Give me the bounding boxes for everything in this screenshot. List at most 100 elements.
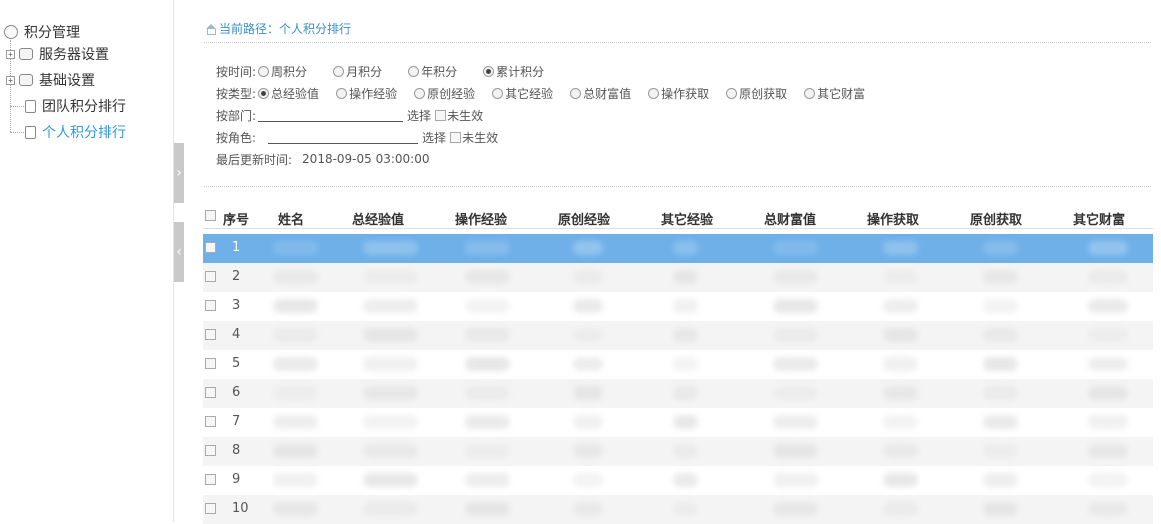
collapse-handle-top[interactable]: › bbox=[174, 143, 184, 203]
department-inactive-checkbox[interactable] bbox=[435, 109, 447, 121]
table-row[interactable]: 10 bbox=[203, 495, 1153, 524]
folder-icon bbox=[19, 74, 33, 86]
row-checkbox[interactable] bbox=[205, 329, 216, 340]
col-total-wealth[interactable]: 总财富值 bbox=[764, 209, 816, 228]
obscured-cell bbox=[883, 502, 918, 516]
row-checkbox[interactable] bbox=[205, 387, 216, 398]
collapse-handle-bottom[interactable]: ‹ bbox=[174, 222, 184, 282]
radio-total-wealth[interactable]: 总财富值 bbox=[570, 85, 631, 102]
table-row[interactable]: 1 bbox=[203, 234, 1153, 263]
col-original-exp[interactable]: 原创经验 bbox=[558, 209, 610, 228]
obscured-cell bbox=[673, 502, 698, 516]
radio-cumulative[interactable]: 累计积分 bbox=[483, 63, 544, 80]
obscured-cell bbox=[573, 473, 603, 487]
select-all-checkbox[interactable] bbox=[205, 210, 216, 221]
row-checkbox[interactable] bbox=[205, 445, 216, 456]
radio-circle-icon bbox=[492, 87, 504, 99]
obscured-cell bbox=[673, 241, 698, 255]
obscured-cell bbox=[773, 502, 818, 516]
department-choose-link[interactable]: 选择 bbox=[407, 107, 431, 124]
obscured-cell bbox=[363, 415, 418, 429]
obscured-cell bbox=[465, 299, 510, 313]
obscured-cell bbox=[773, 386, 818, 400]
last-update-label: 最后更新时间: bbox=[216, 152, 293, 167]
radio-monthly[interactable]: 月积分 bbox=[333, 63, 382, 80]
col-operation-exp[interactable]: 操作经验 bbox=[455, 209, 507, 228]
obscured-cell bbox=[673, 473, 698, 487]
obscured-cell bbox=[883, 328, 918, 342]
radio-circle-icon bbox=[258, 65, 270, 77]
table-row[interactable]: 9 bbox=[203, 466, 1153, 495]
col-total-exp[interactable]: 总经验值 bbox=[352, 209, 404, 228]
tree-item-basic-settings[interactable]: + 基础设置 bbox=[6, 69, 95, 91]
row-checkbox[interactable] bbox=[205, 242, 216, 253]
obscured-cell bbox=[673, 357, 698, 371]
tree-item-team-ranking[interactable]: 团队积分排行 bbox=[25, 95, 126, 117]
obscured-cell bbox=[273, 270, 318, 284]
col-other-wealth[interactable]: 其它财富 bbox=[1073, 209, 1125, 228]
tree-item-label: 个人积分排行 bbox=[42, 125, 126, 141]
radio-label: 周积分 bbox=[271, 64, 308, 79]
row-checkbox[interactable] bbox=[205, 474, 216, 485]
obscured-cell bbox=[1088, 415, 1128, 429]
role-choose-link[interactable]: 选择 bbox=[422, 129, 446, 146]
obscured-cell bbox=[273, 444, 318, 458]
tree-root-score-management[interactable]: 积分管理 bbox=[4, 21, 80, 43]
filter-role: 按角色: 选择 未生效 bbox=[216, 128, 498, 146]
radio-other-exp[interactable]: 其它经验 bbox=[492, 85, 553, 102]
obscured-cell bbox=[773, 270, 818, 284]
col-other-exp[interactable]: 其它经验 bbox=[661, 209, 713, 228]
row-index: 4 bbox=[232, 327, 241, 342]
filter-time-label: 按时间: bbox=[216, 64, 257, 79]
table-row[interactable]: 7 bbox=[203, 408, 1153, 437]
table-row[interactable]: 5 bbox=[203, 350, 1153, 379]
col-operation-gain[interactable]: 操作获取 bbox=[867, 209, 919, 228]
chevron-left-icon: ‹ bbox=[176, 244, 182, 260]
table-row[interactable]: 6 bbox=[203, 379, 1153, 408]
radio-original-gain[interactable]: 原创获取 bbox=[726, 85, 787, 102]
obscured-cell bbox=[465, 415, 510, 429]
col-index[interactable]: 序号 bbox=[223, 209, 249, 228]
table-row[interactable]: 3 bbox=[203, 292, 1153, 321]
row-checkbox[interactable] bbox=[205, 416, 216, 427]
col-name[interactable]: 姓名 bbox=[278, 209, 304, 228]
obscured-cell bbox=[983, 444, 1018, 458]
radio-label: 其它经验 bbox=[505, 86, 554, 101]
role-inactive-checkbox[interactable] bbox=[450, 131, 462, 143]
obscured-cell bbox=[883, 473, 918, 487]
row-checkbox[interactable] bbox=[205, 271, 216, 282]
radio-weekly[interactable]: 周积分 bbox=[258, 63, 307, 80]
row-checkbox[interactable] bbox=[205, 503, 216, 514]
radio-yearly[interactable]: 年积分 bbox=[408, 63, 457, 80]
tree-item-personal-ranking[interactable]: 个人积分排行 bbox=[25, 121, 126, 143]
row-index: 7 bbox=[232, 414, 241, 429]
obscured-cell bbox=[273, 241, 318, 255]
col-original-gain[interactable]: 原创获取 bbox=[970, 209, 1022, 228]
radio-other-wealth[interactable]: 其它财富 bbox=[804, 85, 865, 102]
expand-plus-icon[interactable]: + bbox=[6, 75, 15, 85]
radio-label: 操作获取 bbox=[661, 86, 710, 101]
obscured-cell bbox=[983, 415, 1018, 429]
table-row[interactable]: 8 bbox=[203, 437, 1153, 466]
obscured-cell bbox=[363, 473, 418, 487]
obscured-cell bbox=[773, 241, 818, 255]
department-inactive-label: 未生效 bbox=[447, 108, 484, 123]
tree-root-icon bbox=[4, 25, 18, 39]
home-icon[interactable] bbox=[205, 23, 216, 35]
role-field[interactable] bbox=[268, 130, 419, 144]
table-row[interactable]: 4 bbox=[203, 321, 1153, 350]
radio-total-exp[interactable]: 总经验值 bbox=[258, 85, 319, 102]
radio-operation-exp[interactable]: 操作经验 bbox=[336, 85, 397, 102]
radio-original-exp[interactable]: 原创经验 bbox=[414, 85, 475, 102]
radio-operation-gain[interactable]: 操作获取 bbox=[648, 85, 709, 102]
table-row[interactable]: 2 bbox=[203, 263, 1153, 292]
obscured-cell bbox=[773, 415, 818, 429]
obscured-cell bbox=[273, 299, 318, 313]
row-checkbox[interactable] bbox=[205, 358, 216, 369]
expand-plus-icon[interactable]: + bbox=[6, 49, 15, 59]
department-field[interactable] bbox=[258, 108, 404, 122]
tree-item-server-settings[interactable]: + 服务器设置 bbox=[6, 43, 109, 65]
obscured-cell bbox=[573, 502, 603, 516]
row-checkbox[interactable] bbox=[205, 300, 216, 311]
obscured-cell bbox=[363, 270, 418, 284]
